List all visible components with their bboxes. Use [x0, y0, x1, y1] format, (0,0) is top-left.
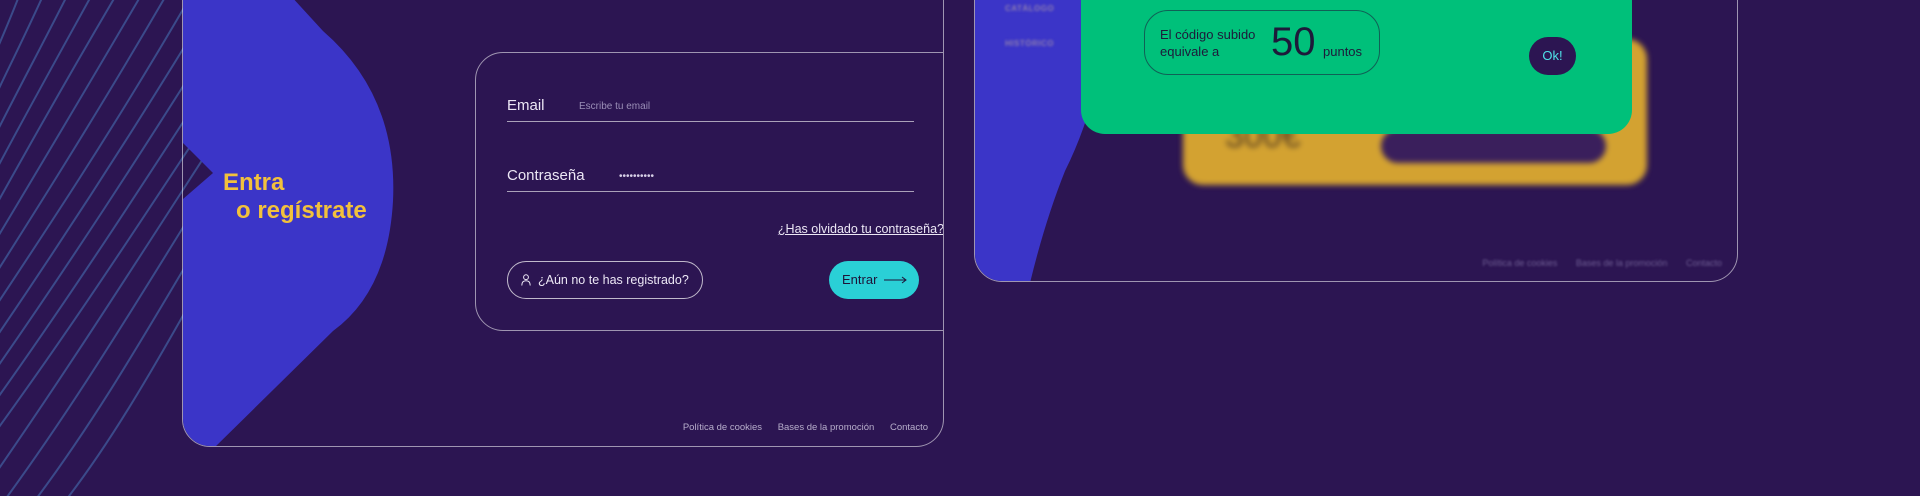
login-form: Email Contraseña ¿Has olvidado tu contra… [475, 52, 943, 331]
points-unit: puntos [1323, 44, 1363, 59]
hero-title: Entra o regístrate [223, 169, 367, 225]
email-input[interactable] [579, 97, 899, 115]
footer-link-cookies[interactable]: Política de cookies [683, 422, 762, 433]
forgot-password-link[interactable]: ¿Has olvidado tu contraseña? [778, 222, 943, 236]
background-pill [1381, 129, 1606, 163]
background-footer-links: Política de cookies Bases de la promoció… [1466, 258, 1722, 268]
footer-link-contact[interactable]: Contacto [890, 422, 928, 433]
background-nav-item-history: HISTÓRICO [1005, 39, 1054, 48]
register-button-label: ¿Aún no te has registrado? [538, 273, 689, 287]
password-label: Contraseña [507, 167, 585, 184]
background-footer-link-cookies: Política de cookies [1482, 258, 1558, 268]
login-card: Entra o regístrate Email Contraseña ¿Has… [182, 0, 944, 447]
points-summary: El código subido equivale a 50 puntos [1144, 10, 1380, 75]
enter-button-label: Entrar [842, 272, 878, 287]
footer-links: Política de cookies Bases de la promoció… [670, 422, 928, 433]
email-field: Email [507, 83, 914, 122]
password-field: Contraseña [507, 153, 914, 192]
enter-button[interactable]: Entrar [829, 261, 919, 299]
email-label: Email [507, 97, 545, 114]
background-nav-item-catalog: CATÁLOGO [1005, 4, 1055, 13]
hero-title-line1: Entra [223, 169, 285, 196]
points-message: El código subido equivale a [1160, 27, 1256, 59]
points-modal: El código subido equivale a 50 puntos Ok… [1081, 0, 1632, 134]
user-icon [521, 274, 531, 286]
arrow-right-icon [884, 276, 907, 284]
footer-link-promotion[interactable]: Bases de la promoción [778, 422, 875, 433]
ok-button[interactable]: Ok! [1529, 37, 1576, 75]
points-number: 50 [1271, 20, 1316, 64]
password-input[interactable] [619, 167, 899, 185]
register-button[interactable]: ¿Aún no te has registrado? [507, 261, 703, 299]
background-footer-link-contact: Contacto [1685, 258, 1722, 268]
background-footer-link-promotion: Bases de la promoción [1575, 258, 1668, 268]
hero-title-line2: o regístrate [236, 197, 367, 224]
